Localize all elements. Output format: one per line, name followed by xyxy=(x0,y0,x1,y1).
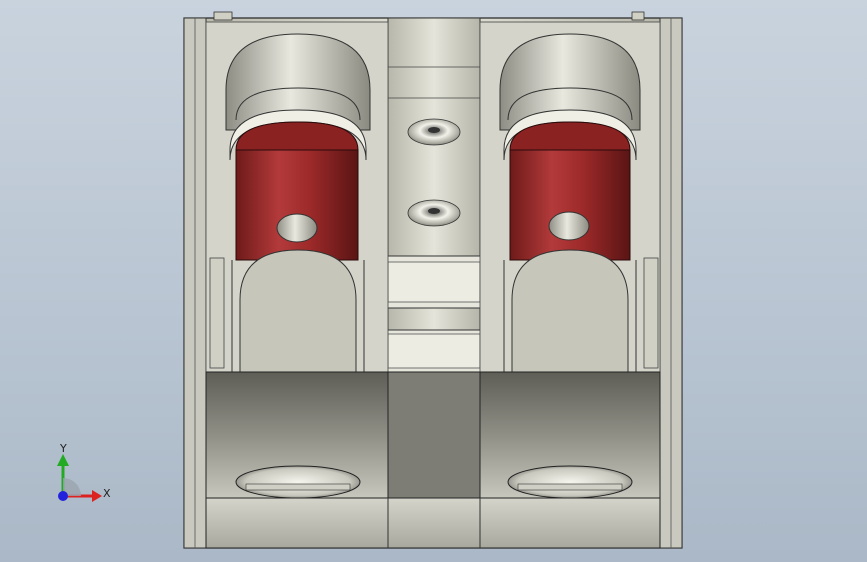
top-tab-left xyxy=(213,11,233,21)
cad-viewport[interactable]: Y X xyxy=(0,0,867,562)
x-axis-label: X xyxy=(103,487,111,500)
y-axis-label: Y xyxy=(59,442,67,455)
z-axis-dot xyxy=(58,491,68,501)
bottom-band-center xyxy=(387,371,481,499)
bowl-right xyxy=(507,465,633,499)
right-red-cylinder xyxy=(509,149,631,261)
axis-triad: Y X xyxy=(57,442,111,502)
right-cylinder-assembly xyxy=(479,21,661,373)
left-cylinder-assembly xyxy=(205,21,389,373)
part-assembly[interactable] xyxy=(183,11,683,549)
bottom-bar xyxy=(205,497,661,549)
bowl-left xyxy=(235,465,361,499)
top-tab-right xyxy=(631,11,645,21)
left-red-cylinder xyxy=(235,149,359,261)
